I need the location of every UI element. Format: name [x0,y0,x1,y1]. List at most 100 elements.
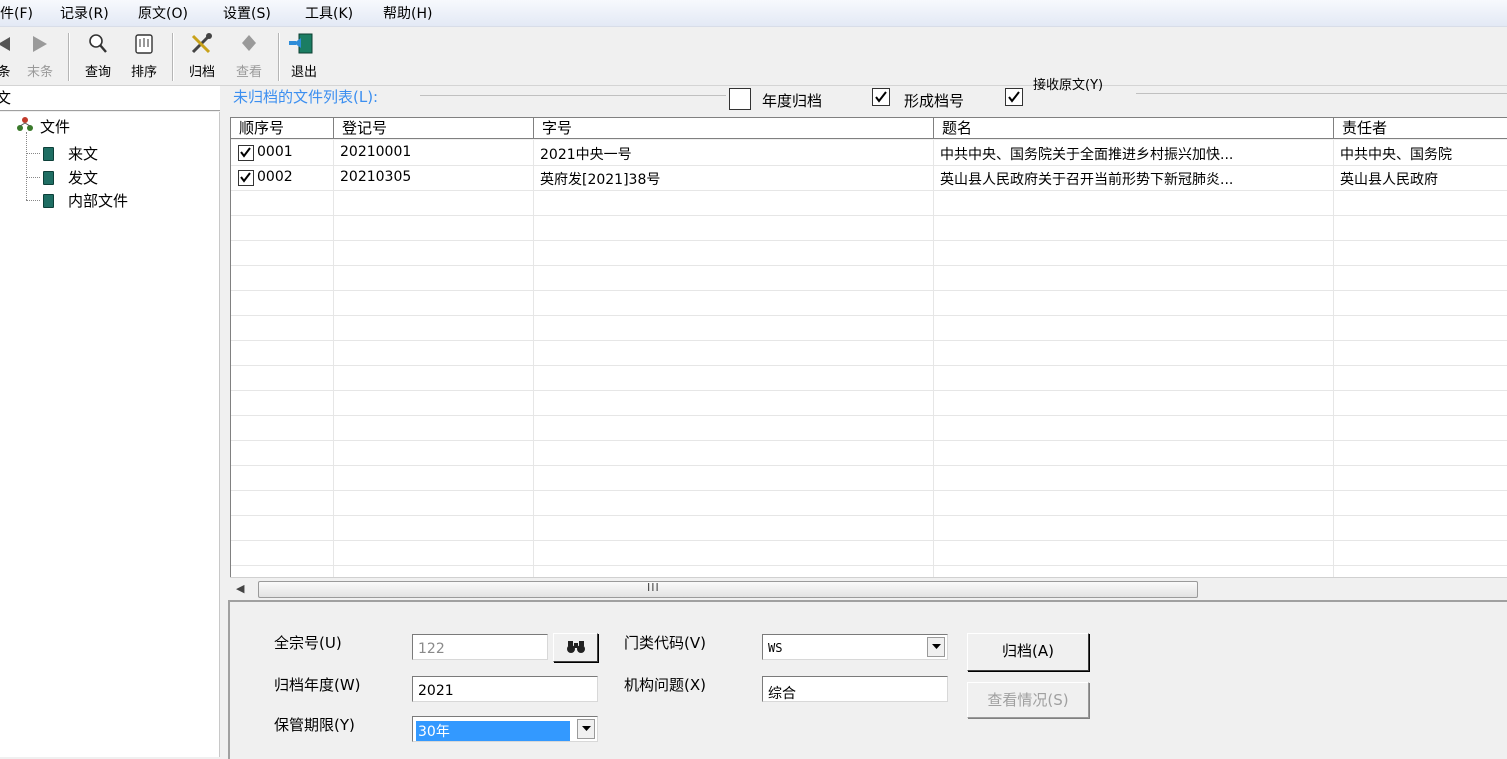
tree-header: 文 [0,86,220,111]
table-row [231,290,1507,316]
archive-year-field[interactable]: 2021 [412,676,598,702]
category-code-combo[interactable]: WS [762,634,948,660]
retention-combo[interactable]: 30年 [412,716,598,742]
category-tree: 文件 来文 发文 内部文件 [0,112,220,757]
cell-owner: 中共中央、国务院 [1340,147,1452,163]
sort-button[interactable]: 排序 [126,29,162,83]
book-icon [43,147,54,161]
view-status-button[interactable]: 查看情况(S) [967,682,1089,718]
cell-title: 英山县人民政府关于召开当前形势下新冠肺炎... [940,172,1234,188]
table-row [231,515,1507,541]
checkmark-icon [240,172,251,183]
year-archive-checkbox[interactable] [729,88,751,110]
menu-tools[interactable]: 工具(K) [305,3,353,23]
view-button[interactable]: 查看 [231,29,267,83]
receive-original-checkbox[interactable] [1005,88,1023,106]
magnifier-icon [80,31,116,57]
tree-item-incoming[interactable]: 来文 [68,143,98,164]
diamond-icon [231,31,267,57]
divider [420,95,726,96]
row-checkbox[interactable] [238,170,254,186]
col-header-owner[interactable]: 责任者 [1334,118,1507,139]
tree-root[interactable]: 文件 [40,116,70,137]
category-code-label: 门类代码(V) [624,634,706,652]
menu-bar: 件(F) 记录(R) 原文(O) 设置(S) 工具(K) 帮助(H) [0,0,1507,27]
prev-arrow-icon [0,31,22,57]
menu-help[interactable]: 帮助(H) [383,3,432,23]
table-row [231,190,1507,216]
fonds-label: 全宗号(U) [274,634,342,652]
cell-docno: 2021中央一号 [540,147,632,163]
col-header-reg[interactable]: 登记号 [334,118,534,139]
archive-toolbar-button[interactable]: 归档 [184,29,220,83]
menu-file[interactable]: 件(F) [0,3,33,23]
next-arrow-icon [22,31,58,57]
horizontal-scrollbar[interactable]: ◀ III [230,577,1507,600]
menu-original[interactable]: 原文(O) [138,3,188,23]
col-header-title[interactable]: 题名 [934,118,1334,139]
receive-original-label: 接收原文(Y) [1033,78,1104,93]
hand-pointer-icon [126,31,162,57]
table-row [231,465,1507,491]
tree-item-internal[interactable]: 内部文件 [68,190,128,211]
file-list-grid: 顺序号 登记号 字号 题名 责任者 0001 20210001 2021中央一号… [230,117,1507,578]
tree-item-outgoing[interactable]: 发文 [68,167,98,188]
org-issue-label: 机构问题(X) [624,676,706,694]
list-title: 未归档的文件列表(L): [233,88,379,106]
table-row[interactable]: 0002 20210305 英府发[2021]38号 英山县人民政府关于召开当前… [231,165,1507,191]
table-row [231,440,1507,466]
table-row [231,315,1507,341]
fonds-field[interactable]: 122 [412,634,548,660]
table-row [231,240,1507,266]
tree-header-text: 文 [0,89,12,107]
col-header-docno[interactable]: 字号 [534,118,934,139]
scroll-thumb[interactable]: III [258,581,1198,598]
chevron-down-icon [932,644,941,649]
binoculars-icon [566,641,585,653]
tree-connector [26,200,40,201]
fonds-lookup-button[interactable] [553,633,598,662]
cell-owner: 英山县人民政府 [1340,172,1438,188]
query-button[interactable]: 查询 [80,29,116,83]
checkmark-icon [1008,91,1020,103]
org-issue-field[interactable]: 综合 [762,676,948,702]
toolbar-separator [172,33,174,81]
toolbar: 条 末条 查询 排序 归档 查看 退出 [0,27,1507,86]
retention-value: 30年 [416,721,570,741]
toolbar-separator [68,33,70,81]
chevron-down-icon [582,726,591,731]
last-record-button[interactable]: 末条 [22,29,58,83]
table-row [231,215,1507,241]
menu-record[interactable]: 记录(R) [60,3,109,23]
tree-root-folder-icon [16,116,34,136]
exit-button[interactable]: 退出 [286,29,322,83]
row-checkbox[interactable] [238,145,254,161]
scroll-left-icon[interactable]: ◀ [236,582,244,595]
checkmark-icon [240,147,251,158]
menu-settings[interactable]: 设置(S) [223,3,271,23]
category-code-value: WS [768,641,783,655]
archive-year-label: 归档年度(W) [274,676,361,694]
form-file-no-label: 形成档号 [904,92,965,110]
archive-button[interactable]: 归档(A) [967,633,1089,671]
tree-connector [26,153,40,154]
table-row [231,490,1507,516]
table-row[interactable]: 0001 20210001 2021中央一号 中共中央、国务院关于全面推进乡村振… [231,140,1507,166]
col-header-seq[interactable]: 顺序号 [231,118,334,139]
year-archive-label: 年度归档 [762,92,823,110]
tools-icon [184,31,220,57]
scroll-grip: III [647,581,660,594]
divider [1136,93,1507,94]
table-row [231,415,1507,441]
tree-connector [26,177,40,178]
form-file-no-checkbox[interactable] [872,88,890,106]
table-row [231,540,1507,566]
cell-reg: 20210001 [340,144,412,160]
tree-connector [26,132,27,200]
book-icon [43,194,54,208]
retention-dropdown-button[interactable] [577,719,595,739]
category-dropdown-button[interactable] [927,637,945,657]
cell-docno: 英府发[2021]38号 [540,172,661,188]
table-row [231,390,1507,416]
cell-seq: 0002 [257,169,293,185]
